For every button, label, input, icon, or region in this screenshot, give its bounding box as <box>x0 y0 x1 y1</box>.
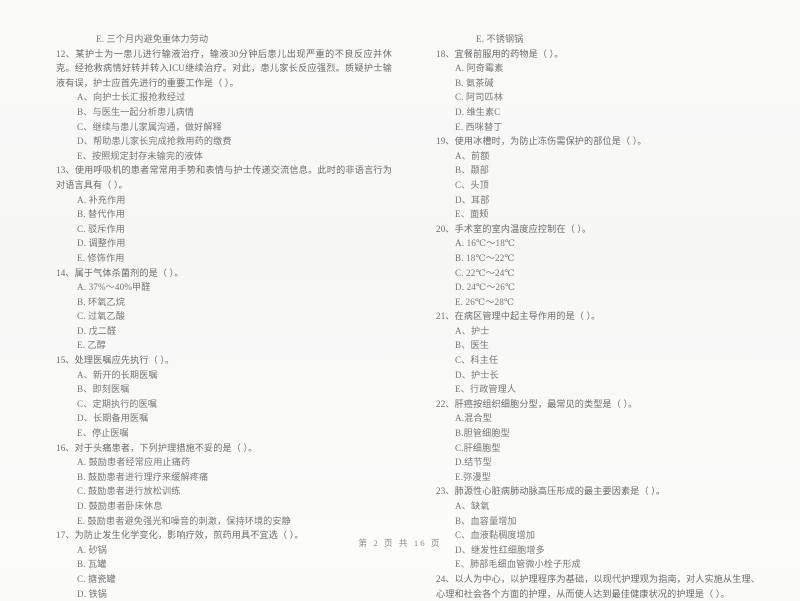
question-text: 肺源性心脏病肺动脉高压形成的最主要因素是（ ）。 <box>454 486 666 497</box>
option-item: B. 替代作用 <box>77 209 126 220</box>
option-item: B. 氨茶碱 <box>455 77 494 88</box>
option-item: D、耳部 <box>455 194 490 205</box>
option-item: A.混合型 <box>455 413 492 424</box>
option-item: D、长期备用医嘱 <box>77 413 149 424</box>
option-item: B. 鼓励患者进行理疗来缓解疼痛 <box>77 471 209 482</box>
option-item: C. 驳斥作用 <box>77 223 126 234</box>
option-item: A、护士 <box>455 325 490 336</box>
question-stem: 18、宜餐前服用的药物是（ ）。 <box>436 47 760 62</box>
option-item: E. 西咪替丁 <box>455 121 503 132</box>
question-number: 14、 <box>56 267 75 278</box>
right-column: E. 不锈钢锅 18、宜餐前服用的药物是（ ）。 A. 阿奇霉素 B. 氨茶碱 … <box>400 32 800 599</box>
scanned-page: E. 三个月内避免重体力劳动 12、某护士为一患儿进行输液治疗，输液30分钟后患… <box>0 0 800 599</box>
option-item: C、头顶 <box>455 179 489 190</box>
question-stem: 15、处理医嘱应先执行（ ）。 <box>56 353 392 368</box>
question-text: 处理医嘱应先执行（ ）。 <box>74 355 175 366</box>
option-item: A. 鼓励患者经常应用止痛药 <box>77 457 191 468</box>
option-item: D.结节型 <box>455 457 492 468</box>
question-number: 15、 <box>56 355 75 366</box>
option-item: A、前额 <box>455 150 490 161</box>
option-item: C. 鼓励患者进行放松训练 <box>77 486 181 497</box>
question-stem: 21、在病区管理中起主导作用的是（ ）。 <box>436 309 760 324</box>
option-item: B、颞部 <box>455 165 489 176</box>
question-number: 13、 <box>56 165 75 176</box>
question-stem: 22、肝癌按组织细胞分型，最常见的类型是（ ）。 <box>436 397 760 412</box>
option-item: A. 16℃～18℃ <box>455 238 516 249</box>
question-text: 某护士为一患儿进行输液治疗，输液30分钟后患儿出现严重的不良反应并休克。经抢救病… <box>56 48 392 88</box>
option-item: E. 26℃～28℃ <box>455 296 515 307</box>
option-item: B、医生 <box>455 340 489 351</box>
option-item: E、停止医嘱 <box>77 428 129 439</box>
option-item: C. 22℃～24℃ <box>455 267 515 278</box>
option-item: E.弥漫型 <box>455 471 491 482</box>
question-number: 21、 <box>436 311 455 322</box>
option-item: C. 阿司匹林 <box>455 92 504 103</box>
option-item: D. 调整作用 <box>77 238 126 249</box>
option-item: A. 补充作用 <box>77 194 126 205</box>
question-number: 18、 <box>436 48 455 59</box>
question-number: 23、 <box>436 486 455 497</box>
option-item: C. 过氧乙酸 <box>77 311 126 322</box>
option-item: D、护士长 <box>455 369 499 380</box>
question-stem: 14、属于气体杀菌剂的是（ ）。 <box>56 266 392 281</box>
option-item: D. 铁锅 <box>77 588 108 599</box>
question-text: 使用呼吸机的患者常常用手势和表情与护士传递交流信息。此时的非语言行为对语言具有（… <box>56 165 392 190</box>
option-item: A、新开的长期医嘱 <box>77 369 158 380</box>
question-number: 24、 <box>436 573 455 584</box>
question-text: 在病区管理中起主导作用的是（ ）。 <box>454 311 601 322</box>
question-text: 属于气体杀菌剂的是（ ）。 <box>74 267 184 278</box>
question-number: 20、 <box>436 223 455 234</box>
option-item: B.胆管细胞型 <box>455 428 510 439</box>
question-stem: 13、使用呼吸机的患者常常用手势和表情与护士传递交流信息。此时的非语言行为对语言… <box>56 163 392 192</box>
two-column-body: E. 三个月内避免重体力劳动 12、某护士为一患儿进行输液治疗，输液30分钟后患… <box>0 32 800 599</box>
question-stem: 16、对于头痛患者，下列护理措施不妥的是（ ）。 <box>56 441 392 456</box>
option-item: B. 环氧乙烷 <box>77 296 126 307</box>
option-item: A、向护士长汇报抢救经过 <box>77 92 186 103</box>
page-footer: 第 2 页 共 16 页 <box>358 538 442 548</box>
option-item: C、科主任 <box>455 355 499 366</box>
option-item: C、继续与患儿家属沟通，做好解释 <box>77 121 222 132</box>
option-item: C、定期执行的医嘱 <box>77 398 158 409</box>
question-number: 19、 <box>436 136 455 147</box>
option-item: A. 阿奇霉素 <box>455 63 504 74</box>
carryover-option: E. 不锈钢锅 <box>476 34 524 44</box>
option-item: E、面颊 <box>455 209 489 220</box>
option-item: B. 18℃～22℃ <box>455 252 515 263</box>
question-text: 对于头痛患者，下列护理措施不妥的是（ ）。 <box>74 442 258 453</box>
question-text: 肝癌按组织细胞分型，最常见的类型是（ ）。 <box>454 398 638 409</box>
option-item: D、帮助患儿家长完成抢救用药的缴费 <box>77 136 232 147</box>
question-stem: 23、肺源性心脏病肺动脉高压形成的最主要因素是（ ）。 <box>436 484 760 499</box>
question-stem: 24、以人为中心，以护理程序为基础，以现代护理观为指南，对人实施从生理、心理和社… <box>436 572 760 601</box>
option-item: E、行政管理人 <box>455 384 517 395</box>
option-item: B、血容量增加 <box>455 515 517 526</box>
option-item: E、按照规定封存未输完的液体 <box>77 150 203 161</box>
question-text: 以人为中心，以护理程序为基础，以现代护理观为指南，对人实施从生理、心理和社会各个… <box>436 573 760 599</box>
option-item: E. 乙醇 <box>77 340 107 351</box>
option-item: C. 搪瓷罐 <box>77 573 116 584</box>
option-item: D. 24℃～26℃ <box>455 282 516 293</box>
question-number: 22、 <box>436 398 455 409</box>
option-item: A. 37%～40%甲醛 <box>77 282 151 293</box>
option-item: B、与医生一起分析患儿病情 <box>77 106 195 117</box>
question-stem: 19、使用冰槽时，为防止冻伤需保护的部位是（ ）。 <box>436 134 760 149</box>
option-item: E. 鼓励患者避免强光和噪音的刺激，保持环境的安静 <box>77 515 291 526</box>
option-item: B、即刻医嘱 <box>77 384 130 395</box>
question-number: 12、 <box>56 48 76 59</box>
question-stem: 20、手术室的室内温度应控制在（ ）。 <box>436 222 760 237</box>
option-item: D. 维生素C <box>455 106 501 117</box>
question-text: 宜餐前服用的药物是（ ）。 <box>454 48 564 59</box>
question-text: 手术室的室内温度应控制在（ ）。 <box>454 223 592 234</box>
question-stem: 12、某护士为一患儿进行输液治疗，输液30分钟后患儿出现严重的不良反应并休克。经… <box>56 47 392 91</box>
option-item: D. 鼓励患者卧床休息 <box>77 501 163 511</box>
question-number: 16、 <box>56 442 75 453</box>
left-column: E. 三个月内避免重体力劳动 12、某护士为一患儿进行输液治疗，输液30分钟后患… <box>0 32 400 599</box>
option-item: E. 修饰作用 <box>77 252 125 263</box>
option-item: D. 戊二醛 <box>77 325 117 336</box>
question-text: 使用冰槽时，为防止冻伤需保护的部位是（ ）。 <box>454 136 647 147</box>
carryover-option: E. 三个月内避免重体力劳动 <box>96 34 209 44</box>
option-item: A、缺氧 <box>455 501 490 511</box>
option-item: C.肝细胞型 <box>455 442 501 453</box>
